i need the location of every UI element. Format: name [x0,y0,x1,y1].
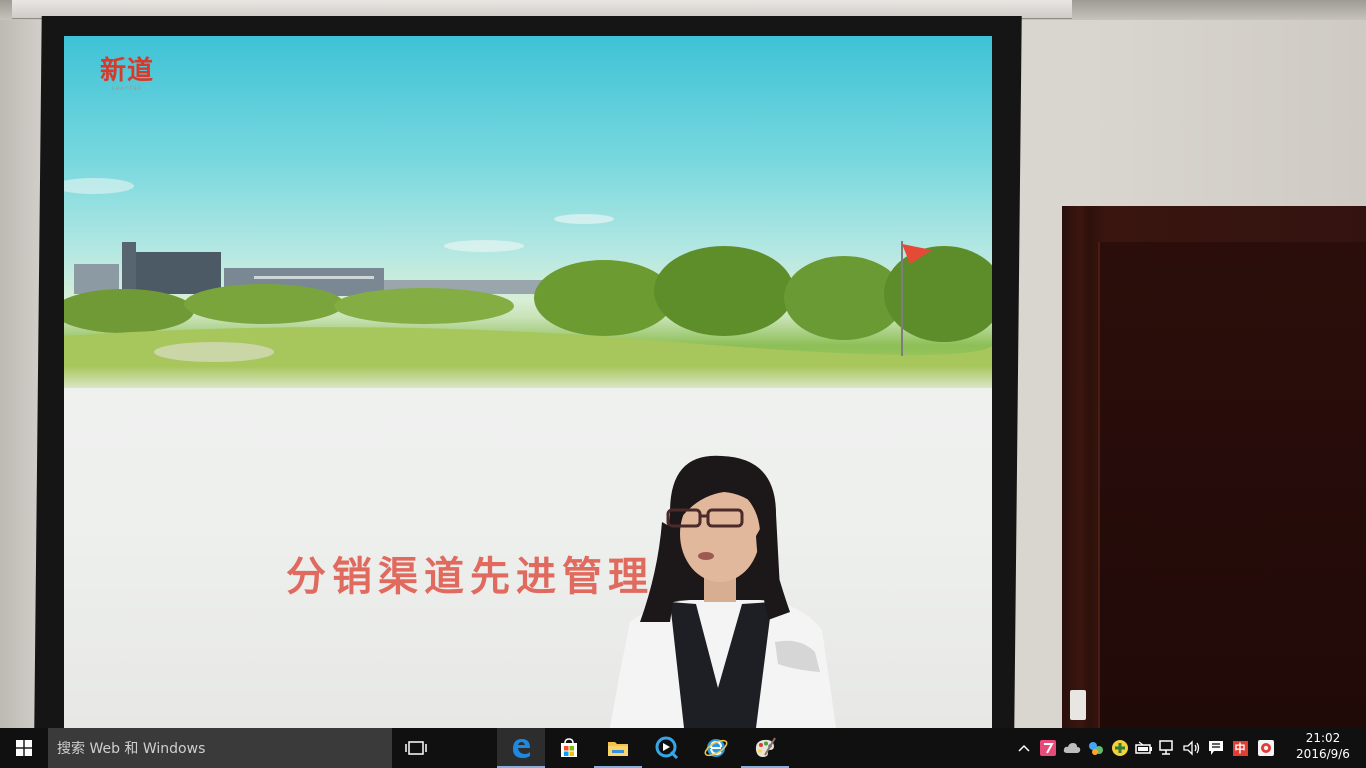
taskbar-app-media-player[interactable] [643,728,691,768]
security-icon [1258,740,1274,756]
media-player-icon [655,736,679,760]
door-panel [1098,242,1366,728]
presenter [610,455,836,728]
volume-icon [1183,740,1200,756]
taskbar-app-store[interactable] [545,728,593,768]
tray-app-icon[interactable] [1038,738,1058,758]
windows-start-icon [16,740,32,756]
action-center-button[interactable] [1206,738,1226,758]
folder-icon [608,742,628,756]
input-method-indicator[interactable]: 中 [1230,738,1250,758]
logo-text: 新道 [99,56,154,86]
wooden-door [1062,206,1366,728]
paint-icon [755,737,776,757]
chevron-up-icon [1018,744,1030,752]
tray-network[interactable] [1158,738,1178,758]
taskbar: 搜索 Web 和 Windows 中 21:02 2016/9/6 [0,728,1366,768]
taskbar-app-paint[interactable] [741,728,789,768]
tray-security[interactable] [1256,738,1276,758]
taskbar-app-edge[interactable] [497,728,545,768]
clock-time: 21:02 [1305,731,1341,745]
network-status-icon [1089,742,1103,755]
search-box[interactable]: 搜索 Web 和 Windows [48,728,392,768]
app-tray-icon [1040,740,1056,756]
add-icon [1112,740,1128,756]
start-button[interactable] [0,728,48,768]
tray-network-status[interactable] [1086,738,1106,758]
banner-fade [64,366,992,388]
tray-volume[interactable] [1182,738,1202,758]
seentao-logo: 新道 seentao [92,50,162,92]
wall-switch [1070,690,1086,720]
store-icon [561,738,577,757]
ie-icon [704,739,728,757]
taskbar-app-file-explorer[interactable] [594,728,642,768]
slide-title: 分销渠道先进管理 [286,554,654,600]
show-hidden-icons-button[interactable] [1014,738,1034,758]
clock-date: 2016/9/6 [1296,747,1350,761]
edge-icon [513,739,530,758]
task-view-button[interactable] [392,728,440,768]
network-icon [1159,740,1173,755]
action-center-icon [1209,741,1223,755]
battery-icon [1135,741,1152,754]
tray-cloud[interactable] [1062,738,1082,758]
tray-battery[interactable] [1134,738,1154,758]
campus-banner-image [64,36,992,388]
taskbar-clock[interactable]: 21:02 2016/9/6 [1290,730,1356,766]
video-frame: 新道 seentao 分销渠道先进管理 [0,0,1366,728]
search-placeholder: 搜索 Web 和 Windows [57,741,206,757]
ime-label: 中 [1232,740,1248,756]
cloud-icon [1063,743,1081,753]
taskbar-app-internet-explorer[interactable] [692,728,740,768]
tray-add[interactable] [1110,738,1130,758]
task-view-icon [405,741,427,755]
